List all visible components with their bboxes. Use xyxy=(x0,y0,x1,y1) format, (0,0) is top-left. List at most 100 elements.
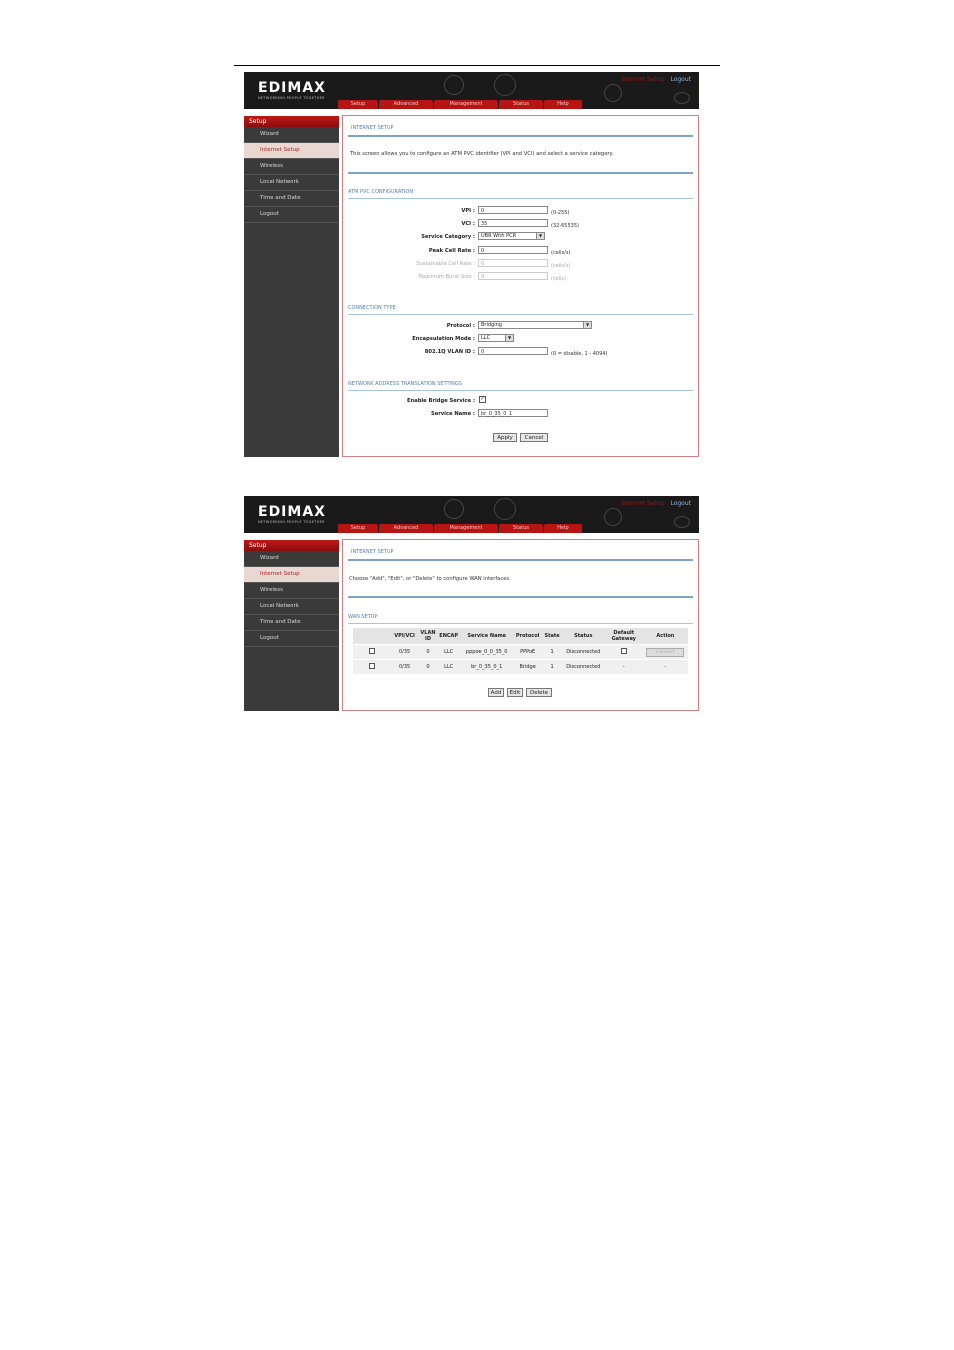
apply-button[interactable]: Apply xyxy=(493,433,517,442)
delete-button[interactable]: Delete xyxy=(526,688,552,697)
cancel-button[interactable]: Cancel xyxy=(520,433,548,442)
sidebar-item-wizard[interactable]: Wizard xyxy=(244,127,339,143)
service-name-input[interactable]: br_0_35_0_1 xyxy=(478,409,548,417)
tab-advanced[interactable]: Advanced xyxy=(379,524,433,533)
sidebar-item-wireless[interactable]: Wireless xyxy=(244,583,339,599)
encapsulation-mode-select[interactable]: LLC ▼ xyxy=(478,334,514,342)
peak-cell-rate-input[interactable]: 0 xyxy=(478,246,548,254)
main-tabs: Setup Advanced Management Status Help xyxy=(338,524,582,533)
brand-tagline: NETWORKING PEOPLE TOGETHER xyxy=(258,96,325,100)
main-tabs: Setup Advanced Management Status Help xyxy=(338,100,582,109)
page-top-rule xyxy=(234,65,720,66)
sidebar: Setup Wizard Internet Setup Wireless Loc… xyxy=(244,540,339,711)
title-divider xyxy=(348,559,693,561)
add-button[interactable]: Add xyxy=(488,688,504,697)
chevron-down-icon: ▼ xyxy=(583,322,591,328)
page-title: INTERNET SETUP xyxy=(351,549,394,555)
content-panel: INTERNET SETUP Choose "Add", "Edit", or … xyxy=(342,539,699,711)
encapsulation-mode-label: Encapsulation Mode : xyxy=(412,336,475,342)
vci-label: VCI : xyxy=(461,221,475,227)
header-banner: EDIMAX NETWORKING PEOPLE TOGETHER Intern… xyxy=(244,496,699,533)
tab-advanced[interactable]: Advanced xyxy=(379,100,433,109)
edimax-logo: EDIMAX xyxy=(258,504,326,520)
logout-link[interactable]: Logout xyxy=(670,76,691,83)
col-state: State xyxy=(542,628,562,645)
vci-input[interactable]: 35 xyxy=(478,219,548,227)
vlan-id-label: 802.1Q VLAN ID : xyxy=(424,349,475,355)
col-protocol: Protocol xyxy=(512,628,543,645)
protocol-select[interactable]: Bridging ▼ xyxy=(478,321,592,329)
tab-status[interactable]: Status xyxy=(499,100,543,109)
enable-bridge-label: Enable Bridge Service : xyxy=(406,398,475,404)
service-category-select[interactable]: UBR With PCR ▼ xyxy=(478,232,545,240)
col-vlan-id: VLAN ID xyxy=(419,628,437,645)
row-select-checkbox[interactable] xyxy=(368,663,375,669)
sidebar-item-time-and-date[interactable]: Time and Date xyxy=(244,191,339,207)
tab-setup[interactable]: Setup xyxy=(338,524,378,533)
table-row: 0/35 0 LLC br_0_35_0_1 Bridge 1 Disconne… xyxy=(353,659,688,674)
desc-divider xyxy=(348,172,693,174)
cell-vlan-id: 0 xyxy=(419,659,437,674)
maximum-burst-size-input[interactable]: 0 xyxy=(478,272,548,280)
header-links: Internet Setup Logout xyxy=(621,500,691,507)
wan-divider xyxy=(348,623,693,624)
page-description: This screen allows you to configure an A… xyxy=(350,151,614,157)
cell-status: Disconnected xyxy=(561,644,605,660)
col-encap: ENCAP xyxy=(436,628,461,645)
edit-button[interactable]: Edit xyxy=(507,688,523,697)
tab-status[interactable]: Status xyxy=(499,524,543,533)
sidebar-title: Setup xyxy=(244,540,339,551)
sidebar-item-wireless[interactable]: Wireless xyxy=(244,159,339,175)
col-select xyxy=(353,628,391,645)
col-default-gateway: Default Gateway xyxy=(604,628,643,645)
current-page-label: Internet Setup xyxy=(621,500,665,507)
title-divider xyxy=(348,135,693,137)
sidebar-item-local-network[interactable]: Local Network xyxy=(244,175,339,191)
logout-link[interactable]: Logout xyxy=(670,500,691,507)
sidebar-item-internet-setup[interactable]: Internet Setup xyxy=(244,143,339,159)
sidebar-item-internet-setup[interactable]: Internet Setup xyxy=(244,567,339,583)
cell-vpi-vci: 0/35 xyxy=(390,644,420,660)
cell-protocol: Bridge xyxy=(512,659,543,674)
peak-cell-rate-hint: (cells/s) xyxy=(551,250,571,256)
sidebar-item-wizard[interactable]: Wizard xyxy=(244,551,339,567)
sidebar-item-local-network[interactable]: Local Network xyxy=(244,599,339,615)
cell-vlan-id: 0 xyxy=(419,644,437,660)
cell-service-name: pppoe_0_0_35_0 xyxy=(460,644,513,660)
header-links: Internet Setup Logout xyxy=(621,76,691,83)
vlan-id-input[interactable]: 0 xyxy=(478,347,548,355)
cell-action: - xyxy=(642,659,688,674)
sidebar-item-time-and-date[interactable]: Time and Date xyxy=(244,615,339,631)
sidebar-title: Setup xyxy=(244,116,339,127)
service-category-label: Service Category : xyxy=(421,234,475,240)
default-gateway-checkbox[interactable] xyxy=(620,648,627,654)
col-action: Action xyxy=(642,628,688,645)
protocol-value: Bridging xyxy=(481,322,502,328)
peak-cell-rate-label: Peak Cell Rate : xyxy=(428,248,475,254)
row-select-checkbox[interactable] xyxy=(368,648,375,654)
nat-section-title: NETWORK ADDRESS TRANSLATION SETTINGS xyxy=(348,381,462,387)
vpi-input[interactable]: 0 xyxy=(478,206,548,214)
vpi-hint: (0-255) xyxy=(551,210,570,216)
tab-help[interactable]: Help xyxy=(544,524,582,533)
cell-state: 1 xyxy=(542,644,562,660)
tab-management[interactable]: Management xyxy=(434,524,498,533)
enable-bridge-checkbox[interactable]: ✓ xyxy=(479,396,486,403)
cell-status: Disconnected xyxy=(561,659,605,674)
cell-state: 1 xyxy=(542,659,562,674)
sustainable-cell-rate-input[interactable]: 0 xyxy=(478,259,548,267)
sidebar-item-logout[interactable]: Logout xyxy=(244,631,339,647)
tab-setup[interactable]: Setup xyxy=(338,100,378,109)
tab-help[interactable]: Help xyxy=(544,100,582,109)
desc-divider xyxy=(348,596,693,598)
page-description: Choose "Add", "Edit", or "Delete" to con… xyxy=(349,576,511,582)
connect-button[interactable]: Connect xyxy=(646,647,685,657)
edimax-logo: EDIMAX xyxy=(258,80,326,96)
vci-hint: (32-65535) xyxy=(551,223,579,229)
tab-management[interactable]: Management xyxy=(434,100,498,109)
nat-divider xyxy=(348,390,693,391)
chevron-down-icon: ▼ xyxy=(505,335,513,341)
maximum-burst-size-label: Maximum Burst Size : xyxy=(418,274,475,280)
protocol-label: Protocol : xyxy=(446,323,475,329)
cell-default-gateway: - xyxy=(604,659,643,674)
